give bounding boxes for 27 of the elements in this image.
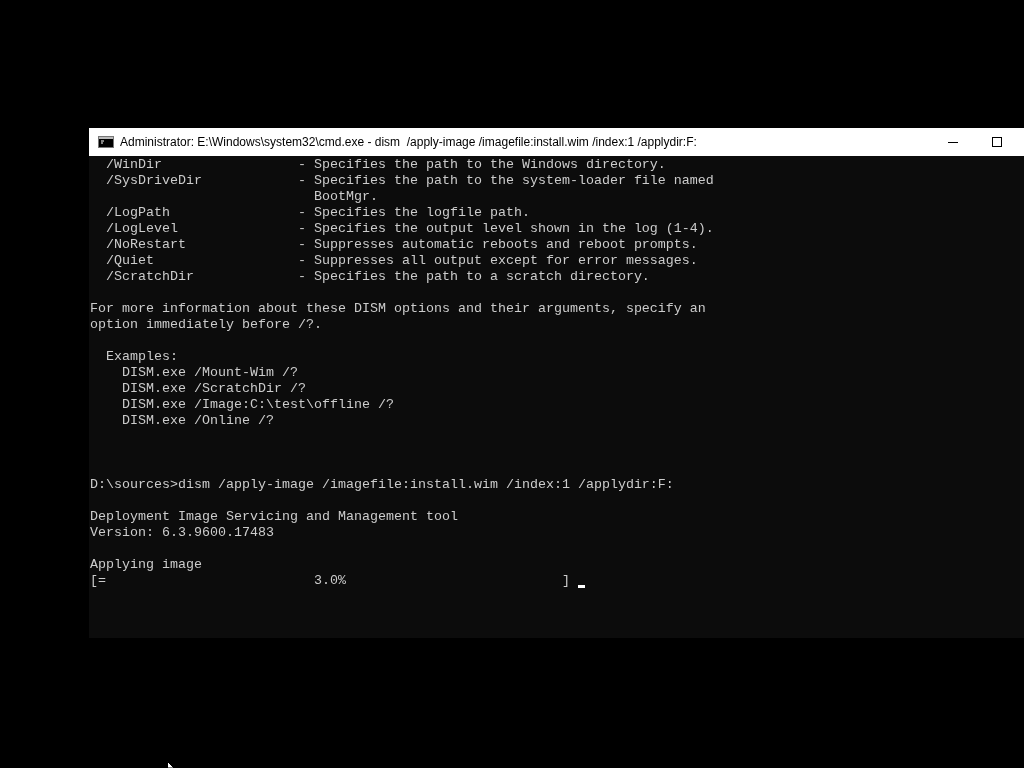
- bracket: ]: [561, 573, 570, 589]
- console-line: /WinDir - Specifies the path to the Windows directory.: [105, 157, 666, 173]
- console-line: DISM.exe /Online /?: [121, 413, 274, 429]
- console-line: /SysDriveDir - Specifies the path to the system-loader file named: [105, 173, 714, 189]
- progress-percent: 3.0%: [313, 573, 346, 589]
- console-line: /LogPath - Specifies the logfile path.: [105, 205, 530, 221]
- console-line: Applying image: [90, 557, 202, 573]
- console-line: Deployment Image Servicing and Management tool: [90, 509, 458, 525]
- console-line: D:\sources>dism /apply-image /imagefile:install.wim /index:1 /applydir:F:: [90, 477, 674, 493]
- console-icon: [98, 136, 114, 148]
- console-line: DISM.exe /Image:C:\test\offline /?: [121, 397, 394, 413]
- progress-fill: =: [98, 573, 107, 589]
- console-line: option immediately before /?.: [90, 317, 322, 333]
- console-line: /Quiet - Suppresses all output except for error messages.: [105, 253, 698, 269]
- console-line: Version: 6.3.9600.17483: [90, 525, 274, 541]
- console-line: /NoRestart - Suppresses automatic reboots and reboot prompts.: [105, 237, 698, 253]
- console-line: For more information about these DISM options and their arguments, specify an: [90, 301, 706, 317]
- mouse-pointer-icon: [167, 761, 175, 768]
- console-line: BootMgr.: [312, 189, 378, 205]
- console-line: Examples:: [105, 349, 178, 365]
- console-line: /LogLevel - Specifies the output level shown in the log (1-4).: [105, 221, 714, 237]
- maximize-icon: [992, 137, 1002, 147]
- console-line: DISM.exe /Mount-Wim /?: [121, 365, 298, 381]
- bracket: [: [90, 573, 98, 589]
- console-line: /ScratchDir - Specifies the path to a scratch directory.: [105, 269, 650, 285]
- window-title: Administrator: E:\Windows\system32\cmd.exe - dism /apply-image /imagefile:install.wim /index:1 /applydir:F:: [120, 134, 697, 151]
- console-line: DISM.exe /ScratchDir /?: [121, 381, 306, 397]
